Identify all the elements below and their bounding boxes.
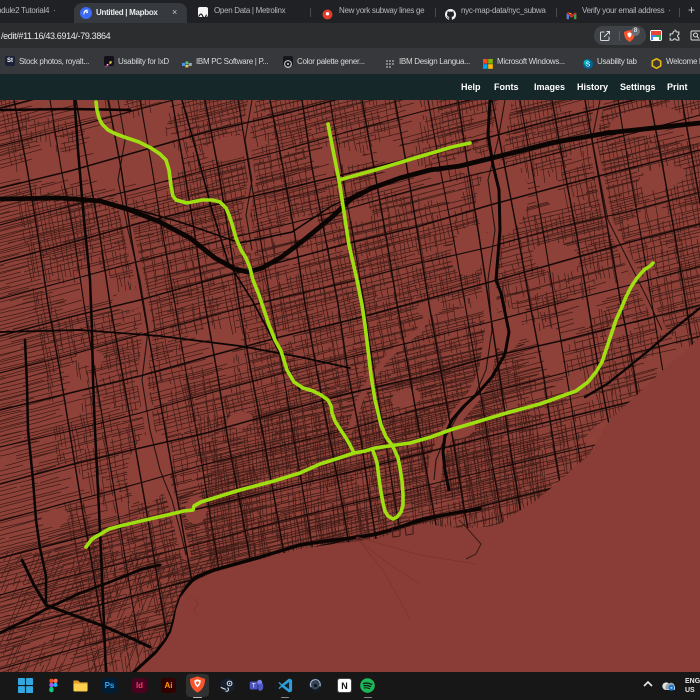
svg-text:T: T	[252, 683, 256, 690]
svg-text:S: S	[586, 62, 591, 69]
